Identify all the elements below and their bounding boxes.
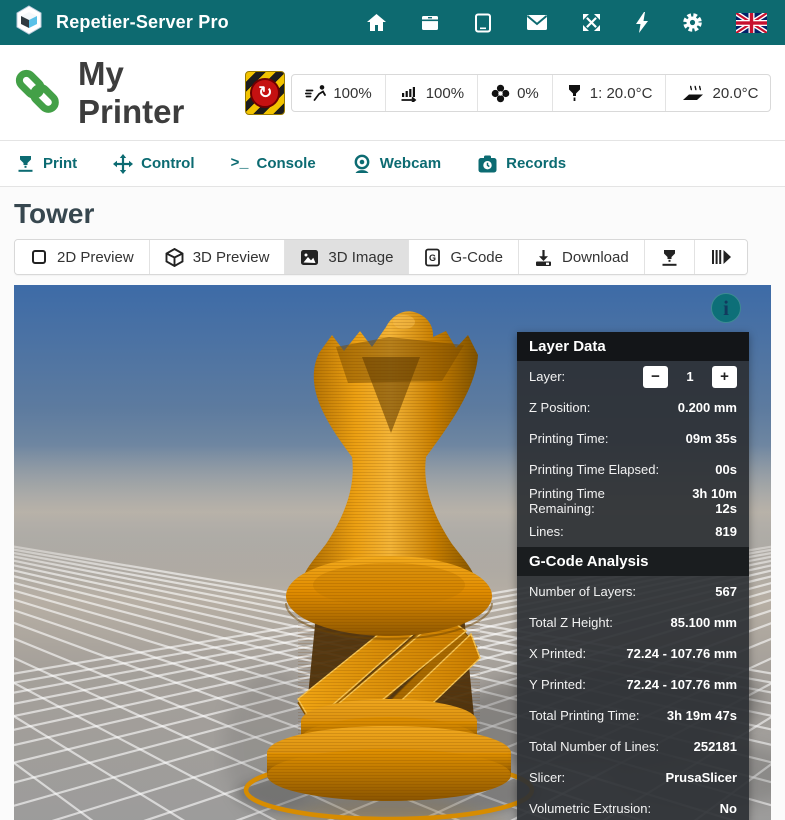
printer-status-group: 100% 100% 0% 1: 20.0°C 20.0°C	[291, 74, 771, 112]
print-queue-icon[interactable]	[420, 13, 440, 33]
layer-data-title: Layer Data	[517, 332, 749, 361]
x-printed-row: X Printed: 72.24 - 107.76 mm	[517, 638, 749, 669]
svg-text:G: G	[429, 253, 436, 263]
printing-time-elapsed-row: Printing Time Elapsed: 00s	[517, 454, 749, 485]
extruder-temp-value: 1: 20.0°C	[590, 85, 653, 102]
y-printed-row: Y Printed: 72.24 - 107.76 mm	[517, 669, 749, 700]
printing-time-row: Printing Time: 09m 35s	[517, 423, 749, 454]
print-this-file-button[interactable]	[644, 240, 694, 274]
messages-icon[interactable]	[526, 14, 548, 31]
total-printing-time-row: Total Printing Time: 3h 19m 47s	[517, 700, 749, 731]
slicer-row: Slicer: PrusaSlicer	[517, 762, 749, 793]
total-number-of-lines-row: Total Number of Lines: 252181	[517, 731, 749, 762]
bed-temp-value: 20.0°C	[712, 85, 758, 102]
download-button[interactable]: Download	[518, 240, 644, 274]
devices-icon[interactable]	[473, 13, 493, 33]
tab-control[interactable]: Control	[113, 154, 194, 174]
tab-webcam[interactable]: Webcam	[352, 154, 441, 174]
number-of-layers-row: Number of Layers: 567	[517, 576, 749, 607]
home-icon[interactable]	[366, 13, 387, 33]
language-flag-icon[interactable]	[736, 13, 767, 33]
fan-status-button[interactable]: 0%	[477, 75, 552, 111]
layer-decrement-button[interactable]: −	[643, 366, 668, 388]
gcode-analysis-title: G-Code Analysis	[517, 547, 749, 576]
volumetric-extrusion-row: Volumetric Extrusion: No	[517, 793, 749, 820]
layer-animation-button[interactable]	[694, 240, 747, 274]
settings-icon[interactable]	[682, 12, 703, 33]
tab-print[interactable]: Print	[16, 154, 77, 173]
layer-row: Layer: − 1 +	[517, 361, 749, 392]
info-icon: i	[723, 296, 729, 321]
emergency-stop-button[interactable]: ↻	[245, 71, 285, 115]
printing-time-remaining-row: Printing Time Remaining: 3h 10m 12s	[517, 485, 749, 516]
top-navbar: Repetier-Server Pro	[0, 0, 785, 45]
fan-value: 0%	[517, 85, 539, 102]
printer-header: My Printer ↻ 100% 100% 0% 1: 20.0°C	[0, 45, 785, 141]
3d-viewport[interactable]: i Layer Data Layer: − 1 + Z Position: 0.…	[14, 285, 771, 820]
total-z-height-row: Total Z Height: 85.100 mm	[517, 607, 749, 638]
tab-records[interactable]: Records	[477, 155, 566, 173]
layer-data-panel: Layer Data Layer: − 1 + Z Position: 0.20…	[517, 332, 749, 820]
fan-icon	[491, 84, 510, 103]
emergency-stop-icon: ↻	[250, 78, 280, 108]
info-button[interactable]: i	[711, 293, 741, 323]
view-mode-buttons: 2D Preview 3D Preview 3D Image G G-Code …	[14, 239, 748, 275]
bed-temp-button[interactable]: 20.0°C	[665, 75, 771, 111]
speed-value: 100%	[333, 85, 371, 102]
view-3d-image-button[interactable]: 3D Image	[284, 240, 408, 274]
fullscreen-icon[interactable]	[581, 12, 602, 33]
heated-bed-icon	[679, 84, 705, 102]
extruder-temp-button[interactable]: 1: 20.0°C	[552, 75, 666, 111]
page-title: Tower	[14, 198, 771, 230]
view-gcode-button[interactable]: G G-Code	[408, 240, 518, 274]
layer-increment-button[interactable]: +	[712, 366, 737, 388]
flow-icon	[399, 84, 419, 102]
speed-status-button[interactable]: 100%	[292, 75, 384, 111]
tab-console[interactable]: >_ Console	[231, 155, 316, 172]
extruder-icon	[566, 84, 583, 102]
flow-value: 100%	[426, 85, 464, 102]
z-position-row: Z Position: 0.200 mm	[517, 392, 749, 423]
layer-value: 1	[678, 369, 702, 384]
view-3d-preview-button[interactable]: 3D Preview	[149, 240, 285, 274]
connection-link-icon	[14, 68, 60, 119]
speed-icon	[305, 84, 326, 102]
app-brand: Repetier-Server Pro	[14, 5, 229, 40]
app-title: Repetier-Server Pro	[56, 12, 229, 33]
printer-tabs: Print Control >_ Console Webcam Records	[0, 141, 785, 187]
app-logo-icon	[14, 5, 44, 40]
view-2d-preview-button[interactable]: 2D Preview	[15, 240, 149, 274]
console-icon: >_	[231, 155, 249, 172]
flow-status-button[interactable]: 100%	[385, 75, 477, 111]
lines-row: Lines: 819	[517, 516, 749, 547]
printer-title: My Printer	[78, 55, 225, 131]
power-actions-icon[interactable]	[635, 12, 649, 33]
